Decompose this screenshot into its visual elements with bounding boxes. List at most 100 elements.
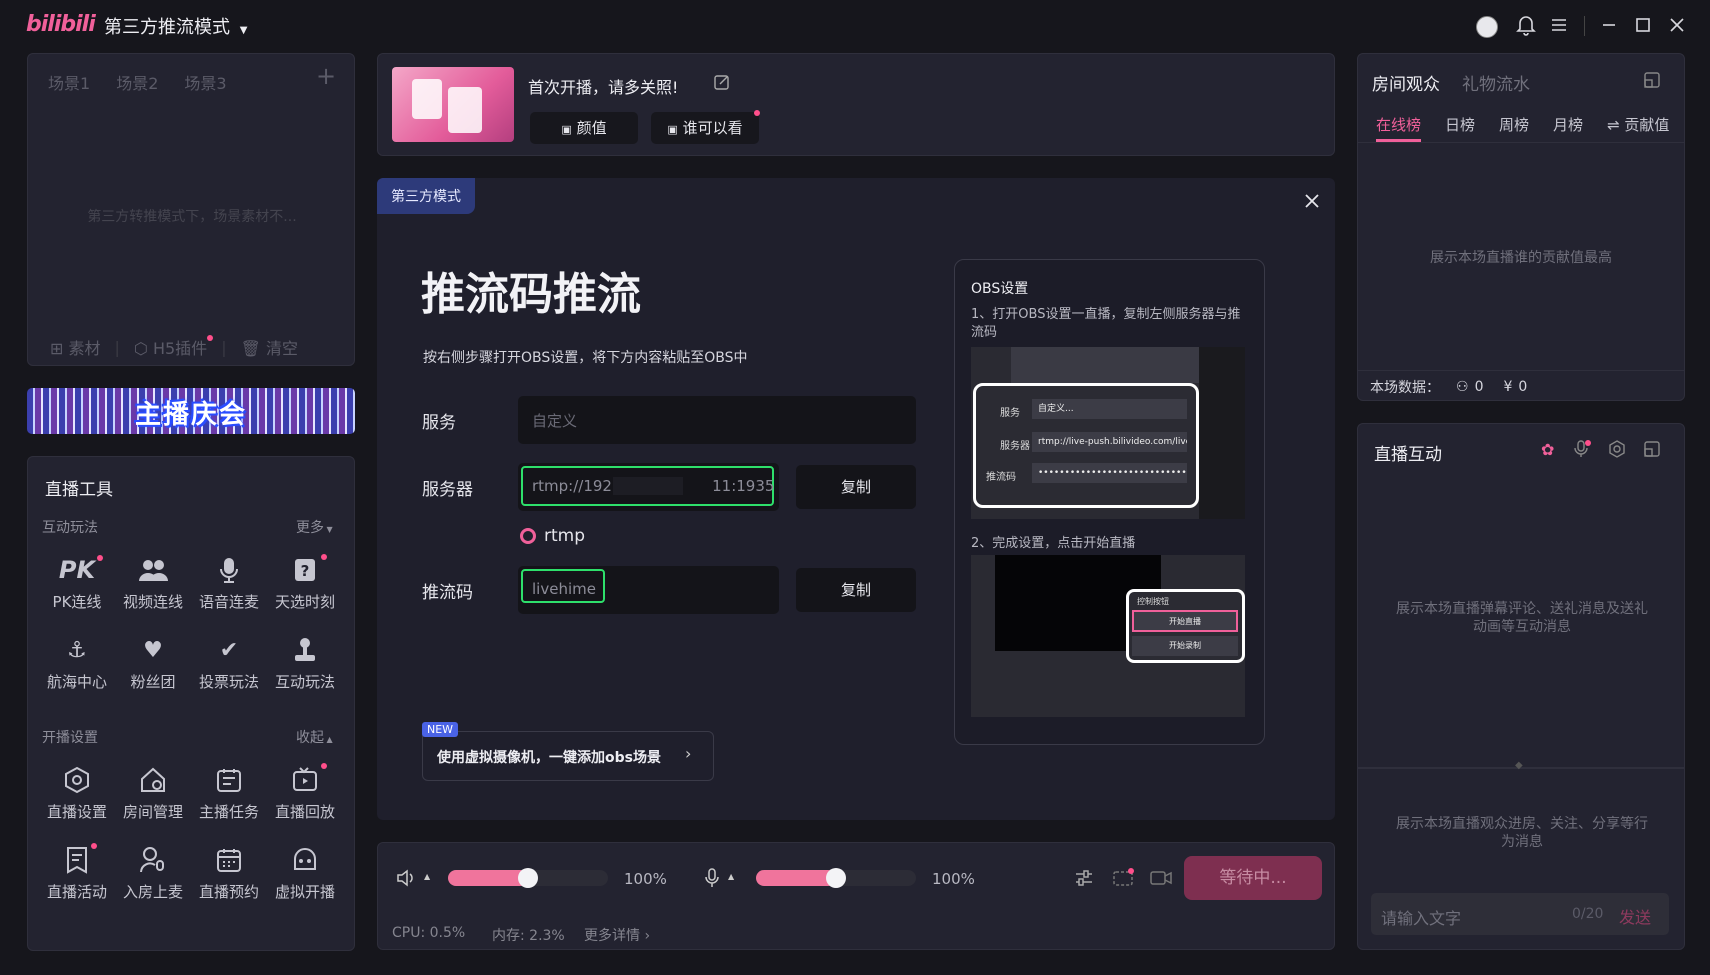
rank-tab-online[interactable]: 在线榜	[1376, 114, 1422, 142]
obs-controls-callout: 控制按钮 开始直播 开始录制	[1126, 589, 1245, 663]
mic-volume-knob[interactable]	[826, 868, 846, 888]
rank-tab-monthly[interactable]: 月榜	[1553, 114, 1583, 142]
third-party-modal: 第三方模式 推流码推流 按右侧步骤打开OBS设置，将下方内容粘贴至OBS中 服务…	[377, 178, 1335, 820]
tab-room-audience[interactable]: 房间观众	[1372, 70, 1440, 95]
user-mic-icon	[113, 843, 193, 877]
material-button[interactable]: ⊞ 素材	[50, 335, 101, 359]
tool-voice-link[interactable]: 语音连麦	[189, 553, 269, 612]
obs-guide-card: OBS设置 1、打开OBS设置一直播，复制左侧服务器与推流码 服务 自定义...…	[954, 259, 1265, 745]
collapse-button[interactable]: 收起 ▲	[296, 727, 333, 747]
add-scene-button[interactable]: +	[316, 62, 336, 90]
tool-anchor-tasks[interactable]: 主播任务	[189, 763, 269, 822]
interaction-settings-icon[interactable]	[1608, 440, 1626, 462]
h5-plugin-button[interactable]: ⬡ H5插件	[134, 335, 214, 359]
service-input[interactable]: 自定义	[518, 396, 916, 444]
hexagon-settings-icon	[37, 763, 117, 797]
tool-virtual-live[interactable]: 虚拟开播	[265, 843, 345, 902]
task-list-icon	[189, 763, 269, 797]
scene-tab-1[interactable]: 场景1	[48, 70, 90, 94]
rank-tab-weekly[interactable]: 周榜	[1499, 114, 1529, 142]
edit-title-icon[interactable]	[714, 74, 730, 94]
bell-icon[interactable]	[1516, 14, 1536, 40]
obs-start-stream-mock: 开始直播	[1132, 610, 1238, 632]
tool-fan-club[interactable]: ♥ 粉丝团	[113, 633, 193, 692]
mic-caret-icon[interactable]: ▲	[728, 872, 734, 881]
more-button[interactable]: 更多 ▼	[296, 517, 333, 537]
send-button[interactable]: 发送	[1619, 904, 1651, 928]
rank-tab-contribution[interactable]: ⇌ 贡献值	[1607, 114, 1669, 142]
interaction-title: 直播互动	[1374, 445, 1442, 465]
scenes-panel: 场景1 场景2 场景3 + 第三方转推模式下，场景素材不... ⊞ 素材 | ⬡…	[27, 53, 355, 366]
tool-room-manage[interactable]: 房间管理	[113, 763, 193, 822]
scene-tab-2[interactable]: 场景2	[116, 70, 158, 94]
mic-volume-slider[interactable]	[756, 868, 916, 888]
rtmp-radio[interactable]: rtmp	[520, 526, 585, 546]
virtual-camera-link[interactable]: NEW 使用虚拟摄像机，一键添加obs场景 ›	[422, 722, 714, 781]
anchor-festival-banner[interactable]: 主播庆会	[27, 388, 355, 434]
server-input[interactable]: rtmp://192. 11:1935	[518, 463, 779, 511]
menu-icon[interactable]	[1550, 16, 1568, 38]
banner-text: 主播庆会	[134, 400, 247, 430]
tool-interactive-play[interactable]: 互动玩法	[265, 633, 345, 692]
chat-input-box[interactable]: 请输入文字 0/20 发送	[1371, 893, 1669, 935]
obs-step1-screenshot: 服务 自定义... 服务器 rtmp://live-push.bilivideo…	[971, 347, 1245, 519]
speaker-volume-slider[interactable]	[448, 868, 608, 888]
visibility-button[interactable]: ▣ 谁可以看	[651, 110, 760, 144]
joystick-icon	[265, 633, 345, 667]
anchor-icon: ⚓	[67, 637, 87, 663]
more-details-link[interactable]: 更多详情 ›	[584, 925, 650, 945]
tool-video-link[interactable]: 视频连线	[113, 553, 193, 612]
tool-room-mic[interactable]: 入房上麦	[113, 843, 193, 902]
obs-callout: 服务 自定义... 服务器 rtmp://live-push.bilivideo…	[973, 383, 1199, 508]
clear-button[interactable]: 🗑 清空	[241, 335, 298, 359]
avatar-icon[interactable]	[1476, 16, 1498, 38]
copy-key-button[interactable]: 复制	[796, 568, 916, 612]
start-live-button[interactable]: 等待中...	[1184, 856, 1322, 900]
trash-icon: 🗑	[240, 339, 261, 358]
minimize-icon[interactable]	[1600, 16, 1618, 38]
tool-live-activity[interactable]: 直播活动	[37, 843, 117, 902]
audience-empty-text: 展示本场直播谁的贡献值最高	[1430, 250, 1612, 266]
tab-gift-flow[interactable]: 礼物流水	[1462, 70, 1530, 95]
visibility-icon: ▣	[667, 123, 678, 136]
tool-lucky-draw[interactable]: ? 天选时刻	[265, 553, 345, 612]
maximize-icon[interactable]	[1634, 16, 1652, 38]
chevron-right-icon: ›	[685, 744, 692, 763]
speaker-caret-icon[interactable]: ▲	[424, 872, 430, 881]
tool-voyage-center[interactable]: ⚓ 航海中心	[37, 633, 117, 692]
cover-character	[448, 87, 482, 133]
speaker-volume-knob[interactable]	[518, 868, 538, 888]
tool-replay[interactable]: 直播回放	[265, 763, 345, 822]
interaction-popout-icon[interactable]	[1644, 441, 1660, 461]
tool-vote[interactable]: ✔ 投票玩法	[189, 633, 269, 692]
rank-tab-daily[interactable]: 日榜	[1445, 114, 1475, 142]
copy-server-button[interactable]: 复制	[796, 465, 916, 509]
screen-cast-icon[interactable]	[1112, 868, 1134, 892]
audio-bar: ▲ 100% ▲ 100% 等待中... CPU: 0.5% 内存: 2.3% …	[377, 842, 1335, 950]
svg-text:?: ?	[301, 562, 310, 580]
modal-close-icon[interactable]	[1305, 194, 1319, 212]
mic-icon[interactable]	[704, 868, 720, 892]
effects-icon[interactable]: ✿	[1541, 440, 1554, 459]
interaction-panel: 直播互动 ✿ 展示本场直播弹幕评论、送礼消息及送礼动画等互动消息 ◆ 展示本场直…	[1357, 423, 1685, 950]
splitter-handle[interactable]: ◆	[1358, 760, 1684, 771]
chat-char-counter: 0/20	[1572, 906, 1604, 922]
tool-live-schedule[interactable]: 直播预约	[189, 843, 269, 902]
scene-tab-3[interactable]: 场景3	[184, 70, 226, 94]
room-info-panel: 首次开播，请多关照! ▣ 颜值 ▣ 谁可以看	[377, 53, 1335, 156]
stream-key-value: livehime	[532, 580, 596, 598]
tool-live-settings[interactable]: 直播设置	[37, 763, 117, 822]
category-tag-button[interactable]: ▣ 颜值	[530, 112, 638, 144]
voice-icon[interactable]	[1574, 440, 1591, 462]
stream-key-input[interactable]: livehime	[518, 566, 779, 614]
tool-pk[interactable]: PK PK连线	[37, 553, 117, 612]
mixer-settings-icon[interactable]	[1074, 869, 1094, 891]
mode-selector[interactable]: 第三方推流模式 ▼	[104, 13, 247, 39]
camera-icon[interactable]	[1150, 870, 1172, 890]
speaker-icon[interactable]	[396, 869, 418, 891]
cover-character	[412, 79, 442, 119]
room-cover-thumbnail[interactable]	[392, 67, 514, 142]
popout-icon[interactable]	[1644, 72, 1660, 92]
viewer-count: 0	[1474, 379, 1484, 395]
close-window-icon[interactable]	[1668, 16, 1686, 38]
